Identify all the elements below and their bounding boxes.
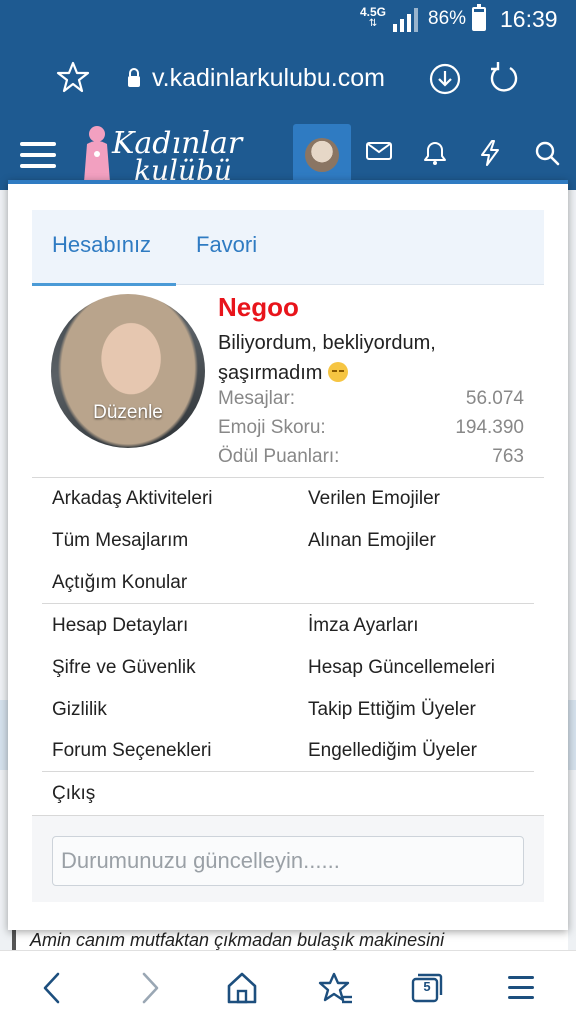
menu-password-security[interactable]: Şifre ve Güvenlik: [52, 657, 196, 679]
background-post-text: Amin canım mutfaktan çıkmadan bulaşık ma…: [30, 930, 445, 950]
relieved-face-emoji-icon: [328, 362, 349, 382]
site-logo[interactable]: Kadınlar kulübü: [82, 122, 242, 187]
battery-fill: [474, 11, 484, 29]
battery-icon: [472, 4, 486, 31]
stat-label: Emoji Skoru:: [218, 417, 326, 438]
menu-signature[interactable]: İmza Ayarları: [308, 615, 419, 637]
logout-link[interactable]: Çıkış: [52, 783, 95, 805]
back-icon[interactable]: [40, 971, 64, 1005]
menu-following[interactable]: Takip Ettiğim Üyeler: [308, 699, 476, 721]
bell-icon[interactable]: [423, 140, 447, 166]
divider: [42, 771, 534, 772]
network-indicator: 4.5G ⇅: [360, 6, 386, 30]
menu-my-threads[interactable]: Açtığım Konular: [52, 572, 187, 594]
menu-ignored-members[interactable]: Engellediğim Üyeler: [308, 740, 477, 762]
user-status: Biliyordum, bekliyordum, şaşırmadım: [218, 328, 538, 388]
active-tab-indicator: [32, 283, 176, 286]
header-avatar: [305, 138, 339, 172]
profile-avatar[interactable]: Düzenle: [51, 294, 205, 448]
download-icon[interactable]: [428, 62, 462, 96]
avatar-edit-label[interactable]: Düzenle: [51, 402, 205, 424]
browser-bottom-nav: 5: [0, 950, 576, 1025]
signal-icon: [393, 8, 418, 32]
menu-forum-preferences[interactable]: Forum Seçenekleri: [52, 740, 211, 762]
search-icon[interactable]: [534, 140, 560, 166]
tab-account[interactable]: Hesabınız: [52, 232, 151, 258]
menu-all-messages[interactable]: Tüm Mesajlarım: [52, 530, 188, 552]
lock-icon: [128, 68, 140, 87]
menu-account-updates[interactable]: Hesap Güncellemeleri: [308, 657, 495, 679]
user-status-text: Biliyordum, bekliyordum, şaşırmadım: [218, 332, 436, 384]
divider: [32, 477, 544, 478]
status-update-input[interactable]: [52, 836, 524, 886]
stat-emoji-score: Emoji Skoru: 194.390: [218, 417, 524, 439]
home-icon[interactable]: [226, 971, 258, 1005]
stat-value: 194.390: [455, 417, 524, 438]
lightning-icon[interactable]: [480, 140, 500, 166]
clock: 16:39: [500, 6, 558, 32]
account-popup: Hesabınız Favori Düzenle Negoo Biliyordu…: [8, 180, 568, 930]
bookmarks-icon[interactable]: [318, 971, 354, 1005]
stat-value: 763: [492, 446, 524, 467]
menu-friend-activity[interactable]: Arkadaş Aktiviteleri: [52, 488, 213, 510]
status-update-area: [32, 816, 544, 902]
menu-privacy[interactable]: Gizlilik: [52, 699, 107, 721]
stat-label: Ödül Puanları:: [218, 446, 340, 467]
logo-figure-icon: [84, 126, 110, 182]
hamburger-menu-icon[interactable]: [20, 140, 56, 170]
menu-icon[interactable]: [506, 971, 536, 1005]
stat-value: 56.074: [465, 388, 524, 409]
username[interactable]: Negoo: [218, 292, 299, 323]
popup-tabs: Hesabınız Favori: [32, 210, 544, 286]
status-bar: 4.5G ⇅ 86% 16:39: [0, 0, 576, 40]
bookmark-star-icon[interactable]: [56, 60, 90, 94]
menu-given-emojis[interactable]: Verilen Emojiler: [308, 488, 440, 510]
network-type: 4.5G: [360, 5, 387, 19]
tab-count: 5: [423, 979, 431, 994]
stat-messages: Mesajlar: 56.074: [218, 388, 524, 410]
battery-percent: 86%: [428, 8, 467, 29]
network-arrows-icon: ⇅: [368, 18, 378, 29]
stat-award-points: Ödül Puanları: 763: [218, 446, 524, 468]
url-field[interactable]: v.kadinlarkulubu.com: [152, 64, 385, 93]
browser-address-bar: v.kadinlarkulubu.com: [0, 40, 576, 118]
mail-icon[interactable]: [366, 140, 392, 162]
forward-icon[interactable]: [138, 971, 162, 1005]
menu-received-emojis[interactable]: Alınan Emojiler: [308, 530, 436, 552]
reload-icon[interactable]: [486, 60, 520, 96]
stat-label: Mesajlar:: [218, 388, 296, 409]
divider: [42, 603, 534, 604]
menu-account-details[interactable]: Hesap Detayları: [52, 615, 188, 637]
tab-favorites[interactable]: Favori: [196, 232, 257, 258]
